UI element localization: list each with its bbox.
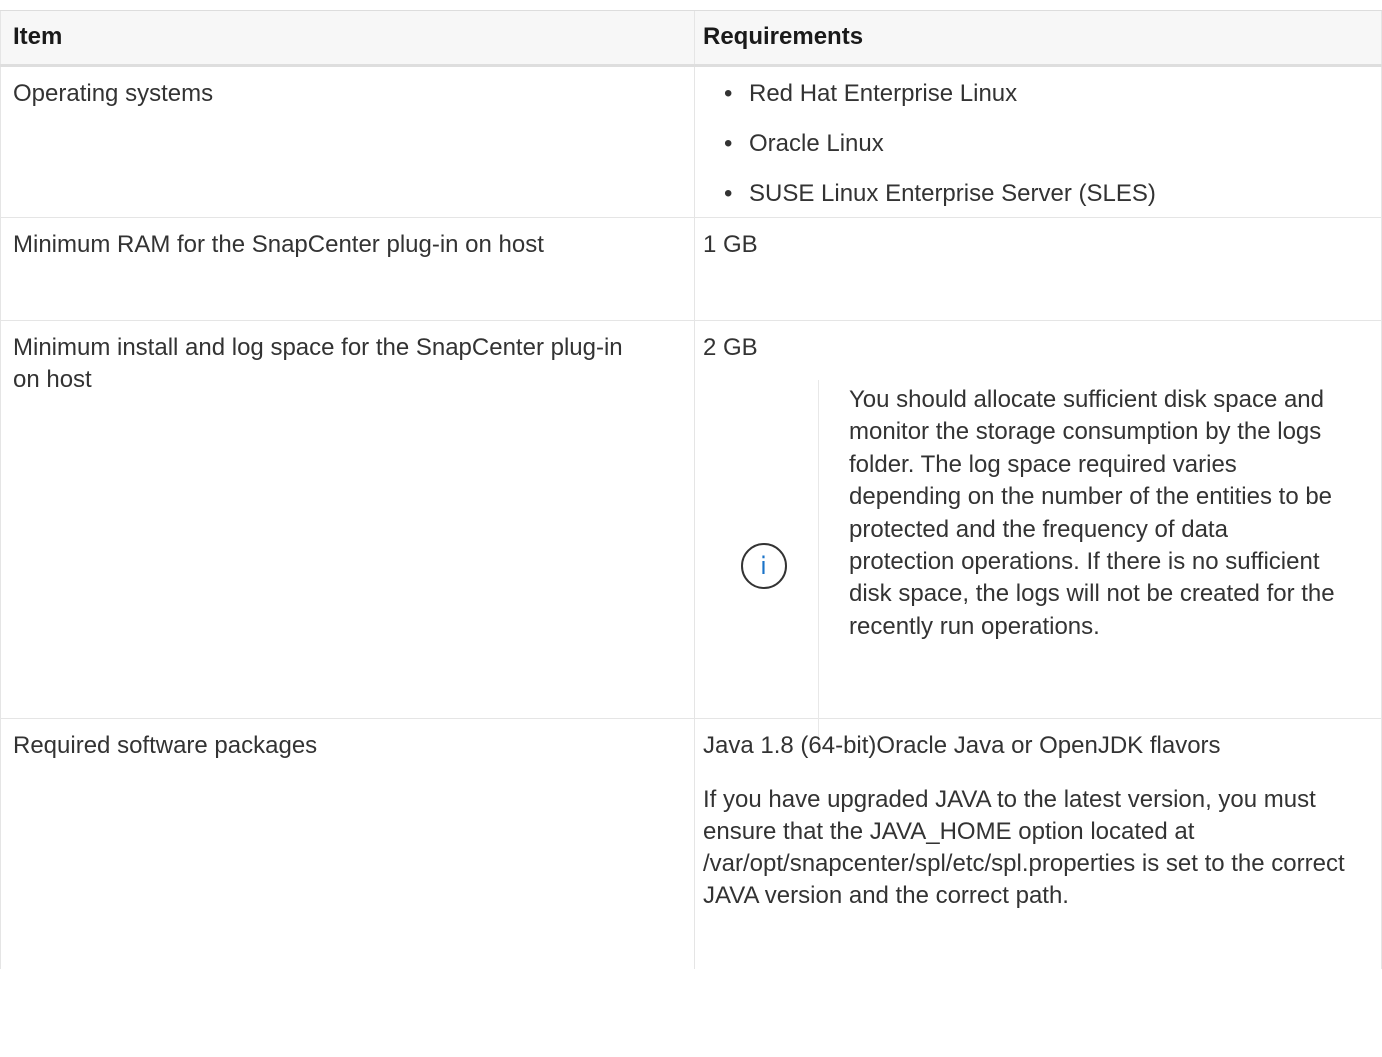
- info-icon-glyph: i: [760, 552, 767, 580]
- requirement-ram-value: 1 GB: [703, 231, 758, 258]
- info-icon: i: [740, 543, 787, 589]
- requirement-java-note: If you have upgraded JAVA to the latest …: [703, 786, 1345, 909]
- column-header-requirements: Requirements: [694, 11, 1382, 64]
- requirements-cell: • Red Hat Enterprise Linux • Oracle Linux …: [694, 67, 1382, 217]
- table-row: Required software packages Java 1.8 (64-…: [0, 719, 1382, 969]
- item-minimum-ram: Minimum RAM for the SnapCenter plug-in o…: [13, 231, 544, 258]
- note-text: You should allocate sufficient disk spac…: [849, 386, 1335, 640]
- note-admonition: i You should allocate sufficient disk sp…: [703, 380, 1381, 748]
- requirements-cell: Java 1.8 (64-bit)Oracle Java or OpenJDK …: [694, 719, 1382, 969]
- item-operating-systems: Operating systems: [13, 80, 214, 107]
- table-row: Minimum RAM for the SnapCenter plug-in o…: [0, 218, 1382, 321]
- table-row: Minimum install and log space for the Sn…: [0, 321, 1382, 748]
- item-minimum-install-space: Minimum install and log space for the Sn…: [13, 334, 623, 393]
- bullet: •: [724, 130, 733, 157]
- os-list: • Red Hat Enterprise Linux • Oracle Linux …: [703, 78, 1381, 210]
- item-cell: Operating systems: [0, 67, 694, 217]
- requirements-cell: 2 GB i You should allocate sufficient di…: [694, 321, 1382, 748]
- item-cell: Minimum install and log space for the Sn…: [0, 321, 694, 718]
- table-row: Operating systems • Red Hat Enterprise Li…: [0, 67, 1382, 218]
- os-name: Red Hat Enterprise Linux: [749, 80, 1018, 107]
- requirements-cell: 1 GB: [694, 218, 1382, 320]
- column-header-item: Item: [0, 11, 694, 64]
- list-item: • Oracle Linux: [722, 128, 1381, 160]
- note-icon-column: i: [703, 380, 819, 748]
- list-item: • Red Hat Enterprise Linux: [722, 78, 1381, 110]
- list-item: • SUSE Linux Enterprise Server (SLES): [722, 178, 1381, 210]
- os-name: Oracle Linux: [749, 130, 884, 157]
- bullet: •: [724, 180, 733, 207]
- os-name: SUSE Linux Enterprise Server (SLES): [749, 180, 1156, 207]
- item-cell: Required software packages: [0, 719, 694, 969]
- bullet: •: [724, 80, 733, 107]
- requirement-space-value: 2 GB: [703, 334, 758, 361]
- requirement-java: Java 1.8 (64-bit)Oracle Java or OpenJDK …: [703, 732, 1221, 759]
- item-cell: Minimum RAM for the SnapCenter plug-in o…: [0, 218, 694, 320]
- item-required-software: Required software packages: [13, 732, 318, 759]
- table-header-row: Item Requirements: [0, 11, 1382, 67]
- requirements-table: Item Requirements Operating systems • Red…: [0, 10, 1382, 969]
